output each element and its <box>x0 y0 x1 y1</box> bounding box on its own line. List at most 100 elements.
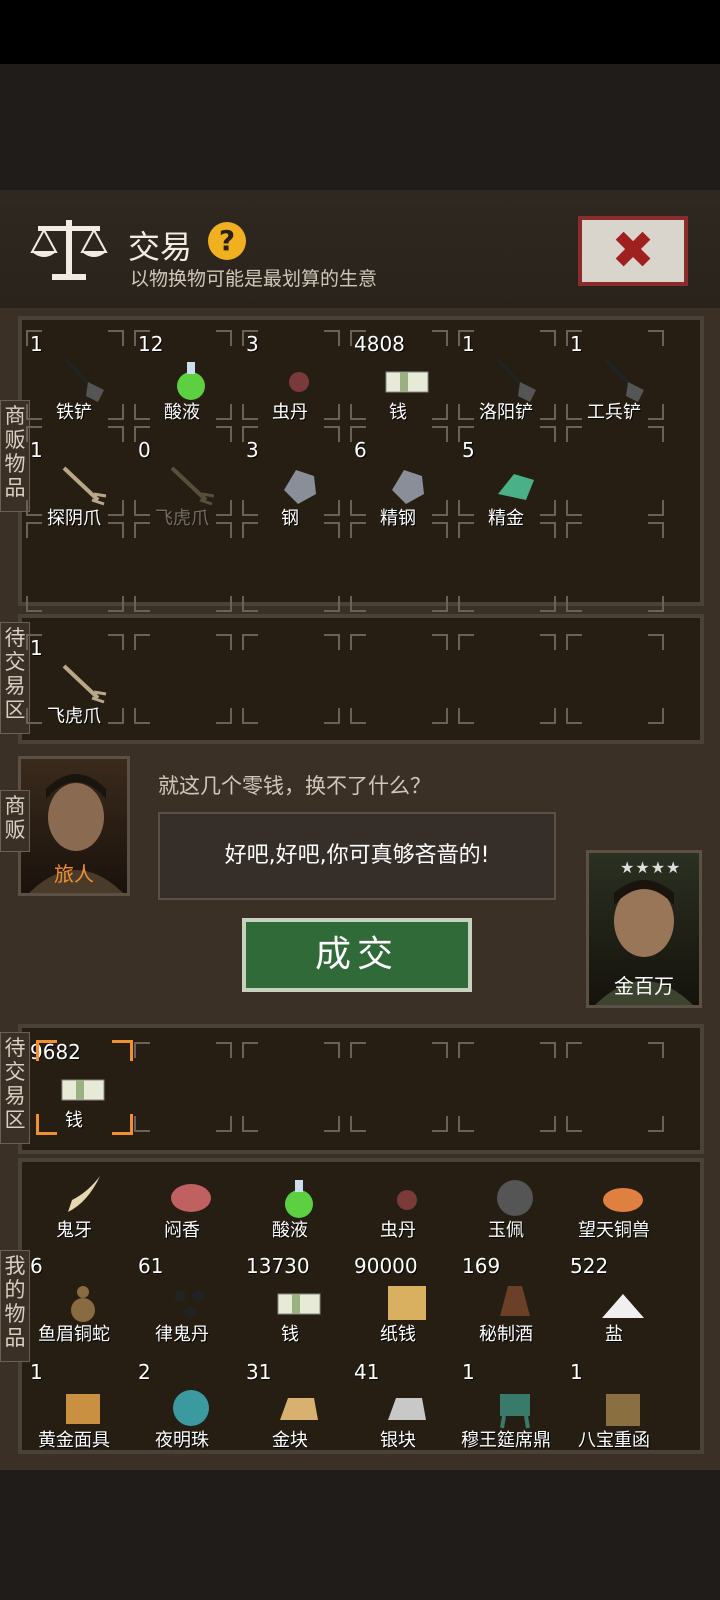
inventory-item[interactable]: 3钢 <box>238 438 342 538</box>
slot-corner <box>458 596 474 612</box>
item-name: 秘制酒 <box>479 1324 533 1345</box>
inventory-item[interactable]: 1 八宝重函 <box>562 1360 666 1460</box>
item-name: 工兵铲 <box>587 402 641 423</box>
flask-icon <box>285 1180 313 1218</box>
item-name: 穆王筵席鼎 <box>461 1430 551 1451</box>
item-name: 探阴爪 <box>47 508 101 529</box>
inventory-item[interactable]: 5 精金 <box>454 438 558 538</box>
close-icon: ✖ <box>611 221 655 281</box>
ore-icon <box>284 470 316 504</box>
close-button[interactable]: ✖ <box>578 216 688 286</box>
slot-corner <box>540 634 556 650</box>
slot-corner <box>324 708 340 724</box>
item-name: 望天铜兽 <box>578 1220 650 1241</box>
inventory-item[interactable]: 1 穆王筵席鼎 <box>454 1360 558 1460</box>
inventory-item[interactable]: 4808 钱 <box>346 332 450 432</box>
inventory-item[interactable]: 522 盐 <box>562 1254 666 1354</box>
inventory-item[interactable]: 31 金块 <box>238 1360 342 1460</box>
inventory-item[interactable]: 90000 纸钱 <box>346 1254 450 1354</box>
slot-corner <box>108 596 124 612</box>
inventory-item[interactable]: 1 铁铲 <box>22 332 126 432</box>
page-subtitle: 以物换物可能是最划算的生意 <box>130 268 378 290</box>
item-name: 金块 <box>272 1430 308 1451</box>
item-name: 飞虎爪 <box>47 706 101 727</box>
slot-corner <box>242 1042 258 1058</box>
item-name: 银块 <box>380 1430 416 1451</box>
slot-corner <box>432 596 448 612</box>
inventory-item[interactable]: 6 精钢 <box>346 438 450 538</box>
slot-corner <box>134 634 150 650</box>
slot-corner <box>566 500 582 516</box>
slot-corner <box>540 596 556 612</box>
pills-icon <box>174 1290 204 1318</box>
item-quantity: 3 <box>246 438 259 462</box>
help-icon[interactable]: ? <box>208 222 246 260</box>
item-name: 纸钱 <box>380 1324 416 1345</box>
money-icon <box>61 1079 105 1101</box>
inventory-item[interactable]: 2 夜明珠 <box>130 1360 234 1460</box>
paper-money-icon <box>388 1286 426 1320</box>
slot-corner <box>540 1042 556 1058</box>
inventory-item[interactable]: 169 秘制酒 <box>454 1254 558 1354</box>
inventory-item[interactable]: 酸液 <box>238 1150 342 1250</box>
deal-button[interactable]: 成交 <box>242 918 472 992</box>
slot-corner <box>350 1042 366 1058</box>
inventory-item[interactable]: 12 酸液 <box>130 332 234 432</box>
item-name: 洛阳铲 <box>479 402 533 423</box>
slot-corner <box>134 1042 150 1058</box>
slot-corner <box>432 634 448 650</box>
inventory-item[interactable]: 41 银块 <box>346 1360 450 1460</box>
inventory-item[interactable]: 玉佩 <box>454 1150 558 1250</box>
inventory-item[interactable]: 虫丹 <box>346 1150 450 1250</box>
inventory-item[interactable]: 1 黄金面具 <box>22 1360 126 1460</box>
bronze-beast-icon <box>603 1188 643 1212</box>
inventory-item[interactable]: 1 飞虎爪 <box>22 636 126 736</box>
claw-icon <box>62 664 107 704</box>
item-quantity: 41 <box>354 1360 380 1384</box>
inventory-item[interactable]: 望天铜兽 <box>562 1150 666 1250</box>
ore-icon <box>392 470 424 504</box>
item-quantity: 1 <box>30 332 43 356</box>
snake-icon <box>71 1286 95 1322</box>
slot-corner <box>566 596 582 612</box>
pill-icon <box>397 1190 417 1210</box>
item-quantity: 2 <box>138 1360 151 1384</box>
slot-corner <box>566 708 582 724</box>
mask-icon <box>66 1394 100 1424</box>
item-name: 铁铲 <box>56 402 92 423</box>
merchant-reply-bubble: 好吧,好吧,你可真够吝啬的! <box>158 812 556 900</box>
inventory-item[interactable]: 6 鱼眉铜蛇 <box>22 1254 126 1354</box>
item-name: 黄金面具 <box>38 1430 110 1451</box>
slot-corner <box>350 708 366 724</box>
chest-icon <box>606 1394 640 1426</box>
item-name: 酸液 <box>272 1220 308 1241</box>
inventory-item[interactable]: 3 虫丹 <box>238 332 342 432</box>
salt-icon <box>602 1294 644 1318</box>
player-name: 金百万 <box>614 974 674 998</box>
inventory-item[interactable]: 鬼牙 <box>22 1150 126 1250</box>
inventory-item[interactable]: 0 飞虎爪 <box>130 438 234 538</box>
status-bar <box>0 0 720 64</box>
slot-corner <box>432 1116 448 1132</box>
slot-corner <box>242 708 258 724</box>
slot-corner <box>458 1042 474 1058</box>
merchant-name: 旅人 <box>54 862 94 886</box>
item-quantity: 4808 <box>354 332 405 356</box>
pearl-icon <box>173 1390 209 1426</box>
item-name: 飞虎爪 <box>155 508 209 529</box>
item-name: 钢 <box>281 508 299 529</box>
inventory-item[interactable]: 13730 钱 <box>238 1254 342 1354</box>
jar-icon <box>500 1286 530 1316</box>
slot-corner <box>324 1042 340 1058</box>
item-quantity: 1 <box>570 332 583 356</box>
silver-icon <box>388 1398 426 1420</box>
slot-corner <box>566 1042 582 1058</box>
inventory-item[interactable]: 闷香 <box>130 1150 234 1250</box>
inventory-item[interactable]: 1 工兵铲 <box>562 332 666 432</box>
inventory-item[interactable]: 1 探阴爪 <box>22 438 126 538</box>
item-name: 鱼眉铜蛇 <box>38 1324 110 1345</box>
inventory-item[interactable]: 61 律鬼丹 <box>130 1254 234 1354</box>
slot-corner <box>566 634 582 650</box>
slot-corner <box>648 708 664 724</box>
inventory-item[interactable]: 1 洛阳铲 <box>454 332 558 432</box>
